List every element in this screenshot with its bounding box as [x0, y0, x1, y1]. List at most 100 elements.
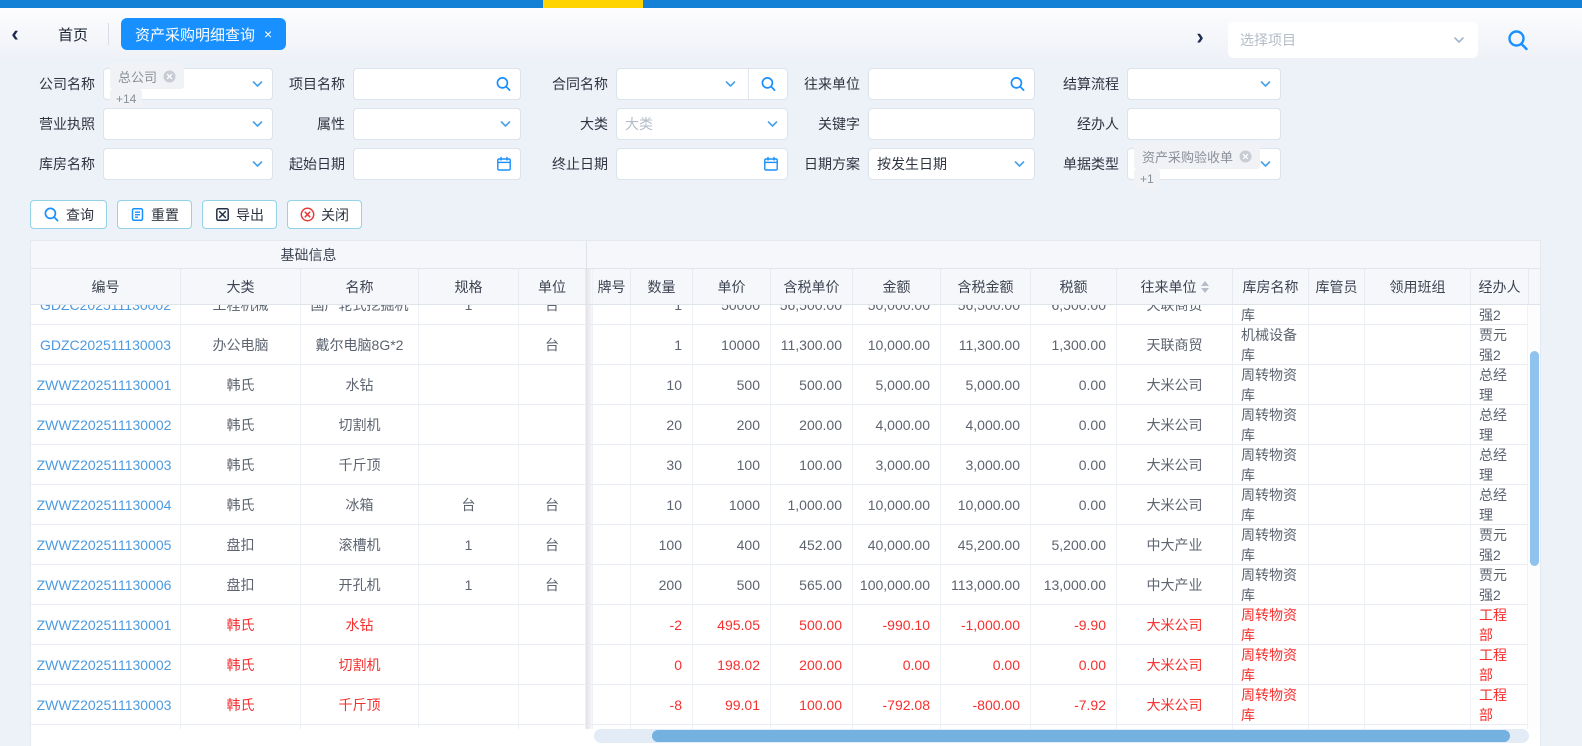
row-id-link[interactable]: ZWWZ202511130002 — [37, 417, 172, 433]
filter-item-dateScheme: 日期方案 按发生日期 — [798, 148, 1035, 180]
close-button[interactable]: 关闭 — [287, 200, 362, 229]
row-id-link[interactable]: ZWWZ202511130004 — [37, 497, 172, 513]
filter-field-company[interactable]: 总公司 +14 — [103, 63, 273, 109]
filter-field-dateScheme[interactable]: 按发生日期 — [868, 148, 1035, 180]
row-id-link[interactable]: ZWWZ202511130003 — [37, 457, 172, 473]
filter-field-startDate[interactable] — [353, 148, 521, 180]
vertical-scrollbar[interactable] — [1527, 305, 1540, 729]
cell-tax: 0.00 — [1031, 405, 1117, 444]
reset-button[interactable]: 重置 — [117, 200, 192, 229]
filter-field-endDate[interactable] — [616, 148, 788, 180]
cell-partner: 中大产业 — [1117, 565, 1233, 604]
frozen-column-divider — [586, 405, 593, 444]
column-header-label: 编号 — [91, 278, 120, 295]
tab-home[interactable]: 首页 — [58, 24, 88, 45]
row-id-link[interactable]: ZWWZ202511130001 — [37, 617, 172, 633]
frozen-column-divider — [586, 269, 593, 304]
cell-keeper — [1309, 565, 1365, 604]
more-tags-badge[interactable]: +14 — [110, 89, 143, 109]
cell-taxPrice: 56,500.00 — [771, 305, 853, 324]
filter-grid: 公司名称 总公司 +14 项目名称 合同名称 往来单位 结算流程 营业执照 属性 大类 大类 关键字 经… — [0, 63, 1582, 189]
column-header-partner[interactable]: 往来单位 — [1117, 269, 1233, 304]
cell-price: 50000 — [693, 305, 771, 324]
row-id-link[interactable]: ZWWZ202511130002 — [37, 657, 172, 673]
cell-price: 10000 — [693, 325, 771, 364]
cell-keeper — [1309, 645, 1365, 684]
horizontal-scrollbar-thumb[interactable] — [652, 730, 1510, 742]
cell-warehouse: 周转物资库 — [1233, 525, 1309, 564]
project-select[interactable]: 选择项目 — [1228, 22, 1478, 58]
filter-field-contract[interactable] — [616, 68, 788, 100]
cell-cat: 办公电脑 — [181, 325, 301, 364]
tab-active[interactable]: 资产采购明细查询 × — [121, 18, 287, 50]
filter-field-settlement[interactable] — [1127, 68, 1281, 100]
row-id-link[interactable]: ZWWZ202511130006 — [37, 577, 172, 593]
cell-spec: 1 — [419, 525, 519, 564]
search-icon[interactable] — [495, 76, 512, 93]
cell-qty: 20 — [631, 405, 693, 444]
column-header-label: 领用班组 — [1389, 278, 1446, 295]
filter-field-warehouse[interactable] — [103, 148, 273, 180]
filter-field-partner[interactable] — [868, 68, 1035, 100]
tag-remove-icon[interactable] — [163, 70, 176, 83]
vertical-scrollbar-thumb[interactable] — [1530, 351, 1539, 566]
filter-field-license[interactable] — [103, 108, 273, 140]
export-button[interactable]: 导出 — [202, 200, 277, 229]
cell-plate — [593, 445, 631, 484]
frozen-column-divider — [586, 565, 593, 604]
search-icon[interactable] — [1009, 76, 1026, 93]
cell-warehouse: 周转物资库 — [1233, 485, 1309, 524]
filter-label-docType: 单据类型 — [1063, 156, 1119, 172]
filter-item-keyword: 关键字 — [798, 108, 1035, 140]
column-header-amount: 金额 — [853, 269, 941, 304]
tab-bar: ‹ 首页 资产采购明细查询 × › 选择项目 — [0, 8, 1582, 60]
export-icon — [215, 207, 230, 222]
sort-icon[interactable] — [1200, 280, 1209, 293]
cell-name: 滚槽机 — [301, 525, 419, 564]
filter-field-keyword[interactable] — [868, 108, 1035, 140]
app-window: ‹ 首页 资产采购明细查询 × › 选择项目 公司名称 总公司 +14 项目名称 合同名… — [0, 0, 1582, 746]
cell-warehouse: 周转物资库 — [1233, 365, 1309, 404]
calendar-icon[interactable] — [763, 156, 779, 172]
filter-field-docType[interactable]: 资产采购验收单 +1 — [1127, 143, 1281, 189]
filter-item-handler: 经办人 — [1057, 108, 1281, 140]
close-button-label: 关闭 — [321, 206, 349, 223]
tag-remove-icon[interactable] — [1239, 150, 1252, 163]
column-header-keeper: 库管员 — [1309, 269, 1365, 304]
cell-cat: 工程机械 — [181, 305, 301, 324]
row-id-link[interactable]: GDZC202511130003 — [40, 337, 171, 353]
cell-qty: 0 — [631, 645, 693, 684]
chevron-down-icon — [499, 118, 512, 131]
filter-field-attribute[interactable] — [353, 108, 521, 140]
filter-field-project[interactable] — [353, 68, 521, 100]
cell-tax: 0.00 — [1031, 365, 1117, 404]
column-header-label: 含税单价 — [783, 278, 840, 295]
tabs-forward-icon[interactable]: › — [1188, 24, 1212, 50]
global-search-icon[interactable] — [1506, 28, 1530, 52]
calendar-icon[interactable] — [496, 156, 512, 172]
query-button[interactable]: 查询 — [30, 200, 107, 229]
filter-field-handler[interactable] — [1127, 108, 1281, 140]
frozen-column-divider — [586, 605, 593, 644]
toolbar: 查询 重置 导出 关闭 — [30, 200, 362, 229]
filter-label-keyword: 关键字 — [818, 116, 860, 132]
filter-field-category[interactable]: 大类 — [616, 108, 788, 140]
tab-close-icon[interactable]: × — [264, 27, 272, 41]
cell-id: ZWWZ202511130003 — [31, 685, 181, 724]
more-tags-badge[interactable]: +1 — [1134, 169, 1160, 189]
search-icon[interactable] — [760, 76, 777, 93]
table-body: GDZC202511130002工程机械国产轮式挖掘机1台15000056,50… — [31, 305, 1540, 729]
filter-label-handler: 经办人 — [1077, 116, 1119, 132]
cell-handler: 总经理 — [1471, 445, 1529, 484]
row-id-link[interactable]: ZWWZ202511130005 — [37, 537, 172, 553]
row-id-link[interactable]: ZWWZ202511130003 — [37, 697, 172, 713]
row-id-link[interactable]: ZWWZ202511130001 — [37, 377, 172, 393]
cell-team — [1365, 445, 1471, 484]
horizontal-scrollbar[interactable] — [594, 729, 1529, 743]
row-id-link[interactable]: GDZC202511130002 — [40, 305, 171, 313]
cell-tax: 1,300.00 — [1031, 325, 1117, 364]
cell-plate — [593, 605, 631, 644]
filter-placeholder-category: 大类 — [625, 116, 653, 132]
tabs-back-icon[interactable]: ‹ — [0, 21, 30, 47]
cell-amount: 50,000.00 — [853, 305, 941, 324]
